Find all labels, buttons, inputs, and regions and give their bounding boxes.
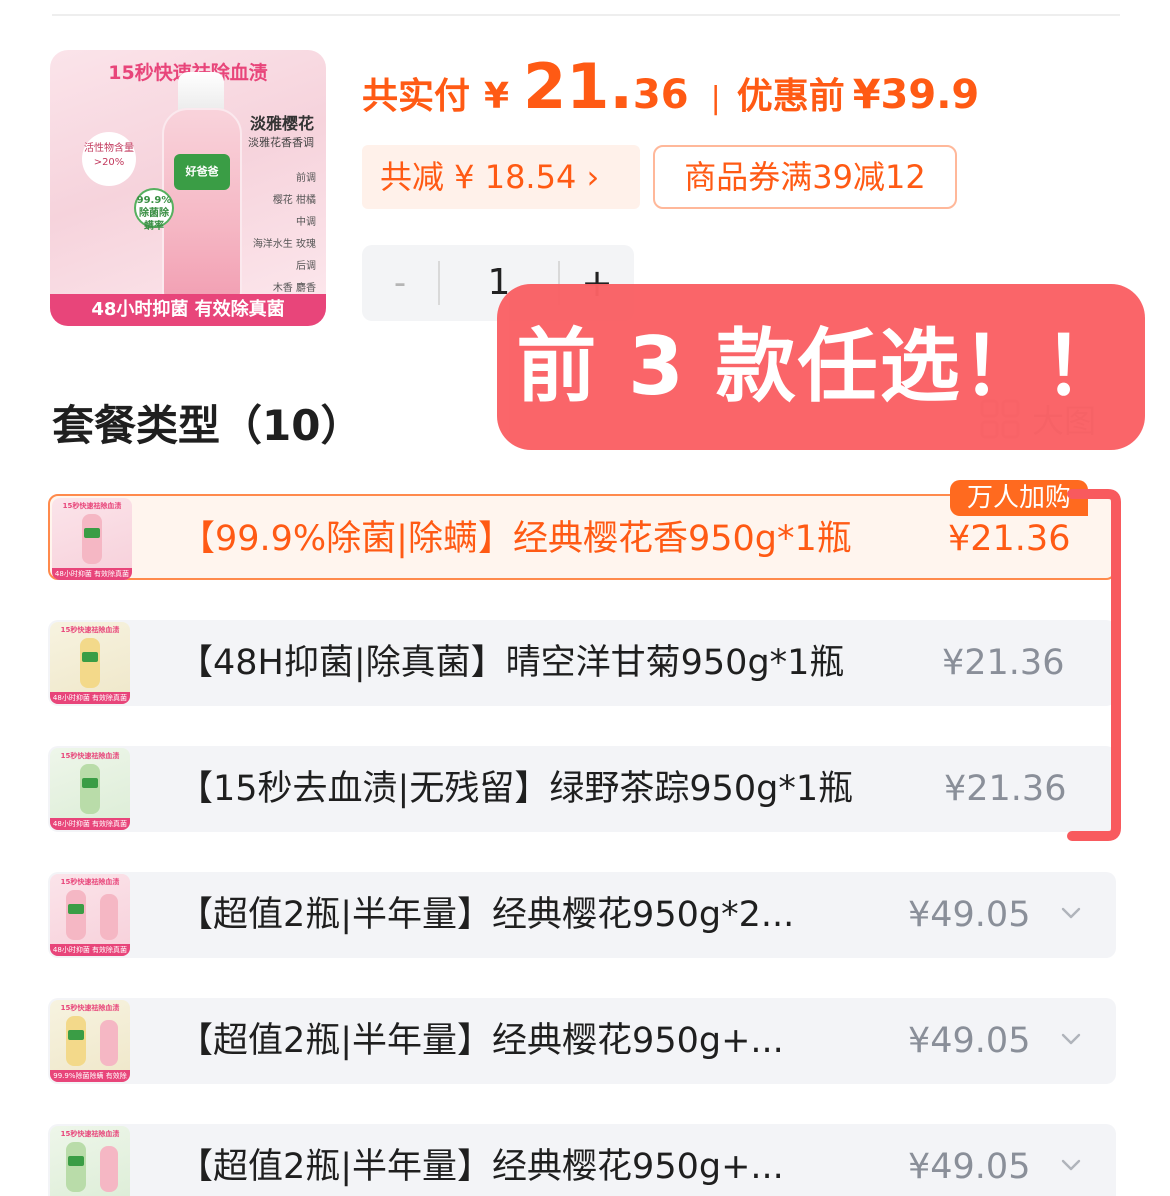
option-name: 【超值2瓶|半年量】经典樱花950g*2...: [178, 895, 795, 935]
bottle-brand-label: 好爸爸: [174, 154, 230, 190]
bottle-graphic: [80, 764, 100, 814]
package-option-6[interactable]: 15秒快速祛除血渍 【超值2瓶|半年量】经典樱花950g+... ¥49.05: [48, 1124, 1116, 1196]
promo-overlay-banner: 前 3 款任选！！: [497, 284, 1145, 450]
scent-note: 中调: [296, 217, 316, 228]
product-image[interactable]: 15秒快速祛除血渍 好爸爸 活性物含量 >20% 99.9% 除菌除螨率 淡雅樱…: [50, 50, 326, 326]
thumb-banner: 99.9%除菌除螨 有效除真菌: [50, 1070, 130, 1082]
option-name: 【15秒去血渍|无残留】绿野茶踪950g*1瓶: [178, 769, 854, 809]
option-thumbnail: 15秒快速祛除血渍 48小时抑菌 有效除真菌: [50, 874, 130, 956]
label-graphic: [84, 528, 100, 538]
price-summary: 共实付 ¥ 21. 36 | 优惠前 ¥39.9: [362, 50, 979, 130]
highlight-bracket: [1067, 489, 1121, 841]
thumb-caption: 15秒快速祛除血渍: [60, 626, 120, 634]
option-price: ¥49.05: [908, 1147, 1031, 1187]
bottle-graphic: [100, 1146, 118, 1192]
original-price-value: ¥39.9: [852, 72, 980, 118]
option-thumbnail: 15秒快速祛除血渍 48小时抑菌 有效除真菌: [52, 498, 132, 580]
thumb-caption: 15秒快速祛除血渍: [60, 1130, 120, 1138]
bottle-graphic: [100, 1020, 118, 1066]
chevron-down-icon[interactable]: [1060, 1028, 1082, 1050]
label-graphic: [68, 1030, 84, 1040]
total-discount-chip[interactable]: 共减 ¥ 18.54 ›: [362, 145, 640, 209]
decrement-button[interactable]: -: [362, 245, 438, 321]
scent-note: 樱花 柑橘: [272, 195, 316, 206]
active-content-badge: 活性物含量 >20%: [82, 132, 136, 186]
option-thumbnail: 15秒快速祛除血渍 99.9%除菌除螨 有效除真菌: [50, 1000, 130, 1082]
option-thumbnail: 15秒快速祛除血渍: [50, 1126, 130, 1196]
product-image-scent: 淡雅樱花: [249, 114, 314, 133]
chevron-down-icon[interactable]: [1060, 1154, 1082, 1176]
scent-note: 前调: [296, 173, 316, 184]
label-graphic: [68, 1156, 84, 1166]
label-graphic: [82, 652, 98, 662]
option-price: ¥49.05: [908, 895, 1031, 935]
paid-amount-integer: 21.: [523, 50, 633, 123]
option-thumbnail: 15秒快速祛除血渍 48小时抑菌 有效除真菌: [50, 622, 130, 704]
thumb-banner: 48小时抑菌 有效除真菌: [52, 568, 132, 580]
option-name: 【超值2瓶|半年量】经典樱花950g+...: [178, 1021, 784, 1061]
option-price: ¥49.05: [908, 1021, 1031, 1061]
scent-note: 后调: [296, 261, 316, 272]
coupon-chip[interactable]: 商品券满39减12: [653, 145, 957, 209]
option-name: 【48H抑菌|除真菌】晴空洋甘菊950g*1瓶: [178, 643, 845, 683]
scent-note: 海洋水生 玫瑰: [252, 239, 316, 250]
original-price-label: 优惠前: [736, 76, 845, 117]
option-price: ¥21.36: [944, 769, 1067, 809]
paid-label: 共实付: [362, 76, 471, 117]
option-name: 【99.9%除菌|除螨】经典樱花香950g*1瓶: [180, 519, 852, 559]
bottle-graphic: [82, 514, 102, 564]
option-price: ¥21.36: [942, 643, 1065, 683]
product-image-scent-sub: 淡雅花香香调: [248, 136, 314, 149]
bottle-graphic: [80, 638, 100, 688]
thumb-banner: 48小时抑菌 有效除真菌: [50, 944, 130, 956]
thumb-caption: 15秒快速祛除血渍: [62, 502, 122, 510]
chevron-down-icon[interactable]: [1060, 902, 1082, 924]
thumb-caption: 15秒快速祛除血渍: [60, 878, 120, 886]
bottle-graphic: [66, 1142, 86, 1192]
thumb-caption: 15秒快速祛除血渍: [60, 1004, 120, 1012]
product-image-banner: 48小时抑菌 有效除真菌: [50, 294, 326, 326]
paid-amount-decimal: 36: [632, 72, 689, 118]
thumb-banner: 48小时抑菌 有效除真菌: [50, 692, 130, 704]
bottle-graphic: [66, 890, 86, 940]
option-name: 【超值2瓶|半年量】经典樱花950g+...: [178, 1147, 784, 1187]
option-thumbnail: 15秒快速祛除血渍 48小时抑菌 有效除真菌: [50, 748, 130, 830]
package-option-3[interactable]: 15秒快速祛除血渍 48小时抑菌 有效除真菌 【15秒去血渍|无残留】绿野茶踪9…: [48, 746, 1116, 832]
top-divider: [52, 14, 1120, 16]
bottle-graphic: [162, 108, 242, 306]
currency-symbol: ¥: [484, 76, 510, 117]
thumb-banner: 48小时抑菌 有效除真菌: [50, 818, 130, 830]
price-separator: |: [710, 81, 721, 116]
package-type-title: 套餐类型（10）: [52, 401, 363, 450]
label-graphic: [68, 904, 84, 914]
scent-notes: 前调 樱花 柑橘 中调 海洋水生 玫瑰 后调 木香 麝香: [253, 168, 316, 300]
thumb-caption: 15秒快速祛除血渍: [60, 752, 120, 760]
package-option-4[interactable]: 15秒快速祛除血渍 48小时抑菌 有效除真菌 【超值2瓶|半年量】经典樱花950…: [48, 872, 1116, 958]
label-graphic: [82, 778, 98, 788]
bottle-graphic: [100, 894, 118, 940]
package-option-2[interactable]: 15秒快速祛除血渍 48小时抑菌 有效除真菌 【48H抑菌|除真菌】晴空洋甘菊9…: [48, 620, 1116, 706]
bottle-graphic: [66, 1016, 86, 1066]
package-option-5[interactable]: 15秒快速祛除血渍 99.9%除菌除螨 有效除真菌 【超值2瓶|半年量】经典樱花…: [48, 998, 1116, 1084]
sterilization-badge: 99.9% 除菌除螨率: [134, 188, 174, 232]
